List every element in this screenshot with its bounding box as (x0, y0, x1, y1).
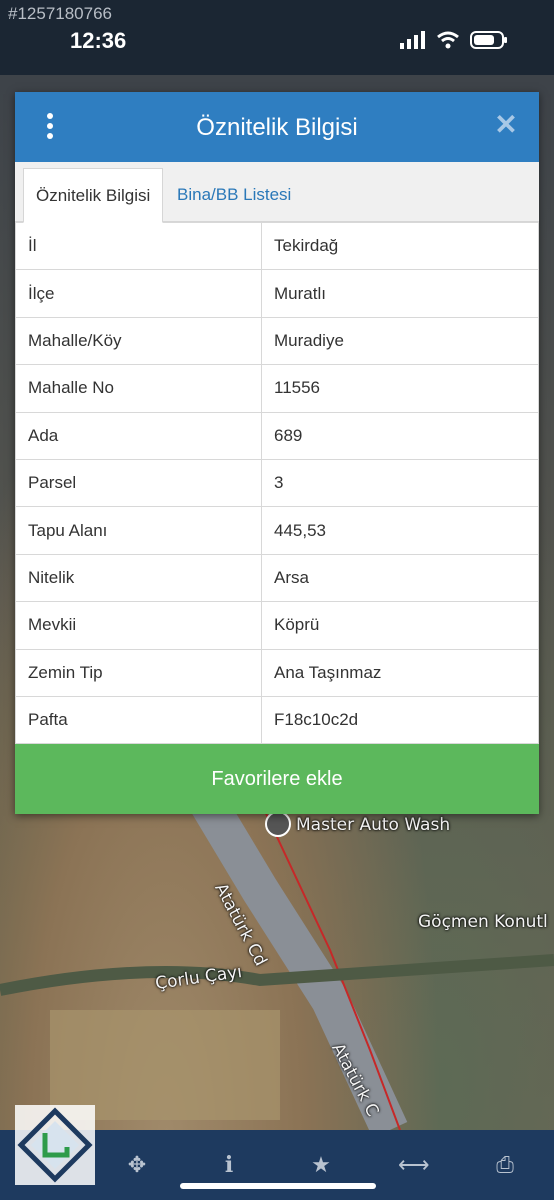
attribute-key: Mahalle No (15, 364, 262, 413)
attribute-key: Tapu Alanı (15, 506, 262, 555)
table-row: Nitelik Arsa (15, 553, 539, 603)
table-row: Ada 689 (15, 411, 539, 460)
attribute-value: Tekirdağ (261, 221, 539, 271)
attribute-value: Muratlı (261, 269, 539, 318)
watermark-id: #1257180766 (8, 4, 113, 23)
home-indicator (180, 1183, 376, 1189)
table-row: İl Tekirdağ (15, 221, 539, 271)
attribute-key: Zemin Tip (15, 648, 262, 697)
attribute-value: Köprü (261, 601, 539, 650)
tab-building-list[interactable]: Bina/BB Listesi (165, 168, 303, 223)
tab-attribute-info[interactable]: Öznitelik Bilgisi (23, 168, 164, 223)
wifi-icon (437, 31, 459, 49)
attribute-value: F18c10c2d (261, 695, 539, 745)
crosshair-icon[interactable]: ✥ (122, 1150, 152, 1180)
map-label-master-auto-wash: Master Auto Wash (296, 815, 451, 835)
dialog-header: Öznitelik Bilgisi ✕ (15, 92, 539, 162)
dialog-title: Öznitelik Bilgisi (196, 114, 358, 141)
info-icon[interactable]: i (214, 1150, 244, 1180)
attribute-key: Parsel (15, 458, 262, 508)
river (0, 954, 554, 996)
table-row: Pafta F18c10c2d (15, 695, 539, 745)
table-row: Mahalle No 11556 (15, 364, 539, 413)
attribute-value: Muradiye (261, 316, 539, 366)
attribute-key: Nitelik (15, 553, 262, 603)
attribute-key: Ada (15, 411, 262, 460)
app-logo (15, 1105, 95, 1185)
measure-icon[interactable]: ⟷ (398, 1150, 430, 1180)
attribute-value: 11556 (261, 364, 539, 413)
attribute-value: 3 (261, 458, 539, 508)
attribute-value: Arsa (261, 553, 539, 603)
attribute-dialog: Öznitelik Bilgisi ✕ Öznitelik Bilgisi Bi… (15, 92, 539, 815)
attribute-value: 689 (261, 411, 539, 460)
attribute-key: İl (15, 221, 262, 271)
clock: 12:36 (70, 28, 127, 53)
table-row: İlçe Muratlı (15, 269, 539, 318)
attribute-value: 445,53 (261, 506, 539, 555)
attribute-key: İlçe (15, 269, 262, 318)
status-icons (400, 30, 508, 50)
attribute-key: Mahalle/Köy (15, 316, 262, 366)
battery-icon (470, 31, 507, 49)
table-row: Mevkii Köprü (15, 601, 539, 650)
status-bar: #1257180766 12:36 (0, 0, 554, 75)
map-pin-icon[interactable] (265, 811, 291, 837)
tab-bar: Öznitelik Bilgisi Bina/BB Listesi (15, 162, 539, 223)
table-row: Parsel 3 (15, 458, 539, 508)
print-icon[interactable]: ⎙ (490, 1150, 520, 1180)
map-label-gocmen-konut: Göçmen Konutl (418, 912, 548, 932)
table-row: Mahalle/Köy Muradiye (15, 316, 539, 366)
attribute-table: İl Tekirdağ İlçe Muratlı Mahalle/Köy Muradiye… (15, 221, 539, 745)
attribute-key: Mevkii (15, 601, 262, 650)
signal-icon (400, 31, 425, 49)
attribute-key: Pafta (15, 695, 262, 745)
add-to-favorites-button[interactable]: Favorilere ekle (15, 744, 539, 815)
attribute-value: Ana Taşınmaz (261, 648, 539, 697)
close-icon[interactable]: ✕ (491, 110, 521, 140)
table-row: Tapu Alanı 445,53 (15, 506, 539, 555)
star-icon[interactable]: ★ (306, 1150, 336, 1180)
table-row: Zemin Tip Ana Taşınmaz (15, 648, 539, 697)
field (50, 1010, 280, 1120)
